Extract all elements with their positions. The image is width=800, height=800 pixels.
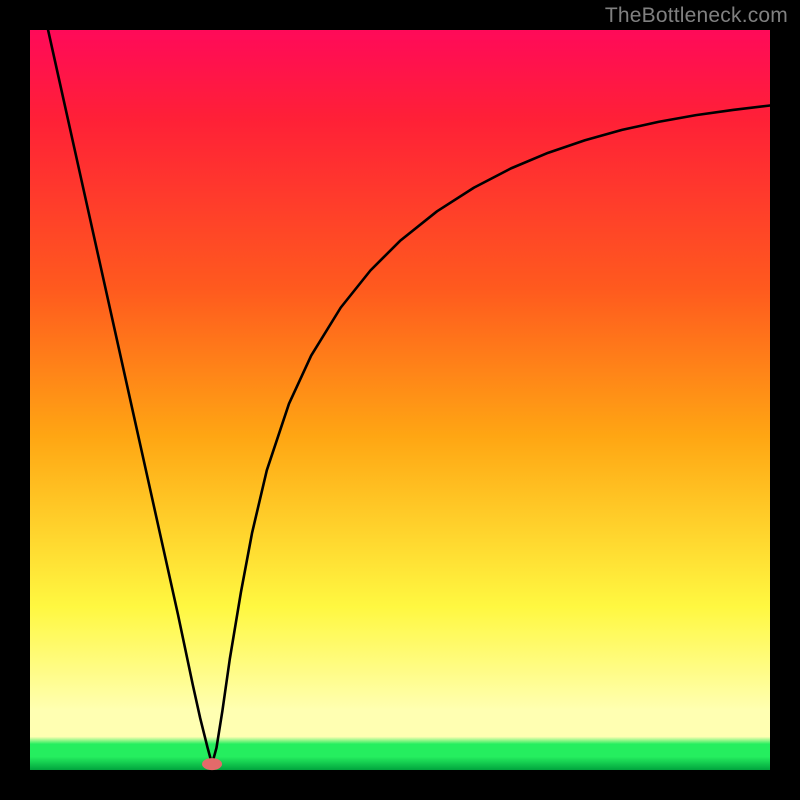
minimum-marker — [202, 758, 222, 770]
plot-area — [30, 30, 770, 770]
bottleneck-curve — [30, 30, 770, 770]
curve-path — [30, 0, 770, 764]
watermark-text: TheBottleneck.com — [605, 4, 788, 28]
chart-frame: TheBottleneck.com — [0, 0, 800, 800]
